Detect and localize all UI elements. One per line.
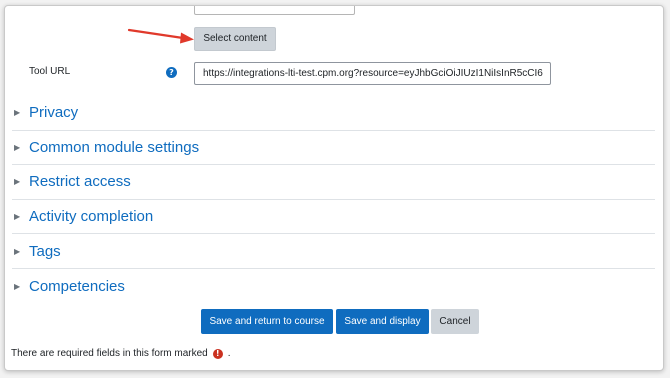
required-note-period: .: [227, 348, 231, 359]
help-icon[interactable]: ?: [166, 67, 177, 78]
form-frame: Select content Tool URL ? https://integr…: [4, 5, 664, 371]
save-and-return-button[interactable]: Save and return to course: [201, 309, 333, 334]
section-tags[interactable]: ▶ Tags: [12, 234, 655, 269]
section-title: Privacy: [29, 104, 79, 122]
required-icon: !: [212, 348, 223, 359]
section-restrict-access[interactable]: ▶ Restrict access: [12, 165, 655, 200]
required-note-text: There are required fields in this form m…: [11, 348, 208, 359]
chevron-right-icon: ▶: [14, 142, 21, 152]
section-title: Tags: [29, 242, 61, 260]
chevron-right-icon: ▶: [14, 246, 21, 256]
section-title: Restrict access: [29, 173, 131, 191]
collapsible-sections: ▶ Privacy ▶ Common module settings ▶ Res…: [12, 96, 655, 304]
tool-url-input[interactable]: https://integrations-lti-test.cpm.org?re…: [194, 62, 551, 85]
annotation-arrow-icon: [127, 28, 194, 44]
section-privacy[interactable]: ▶ Privacy: [12, 96, 655, 131]
tool-url-label: Tool URL: [29, 66, 71, 77]
previous-field-input[interactable]: [194, 6, 355, 15]
chevron-right-icon: ▶: [14, 177, 21, 187]
section-activity-completion[interactable]: ▶ Activity completion: [12, 200, 655, 235]
section-title: Competencies: [29, 277, 125, 295]
cancel-button[interactable]: Cancel: [431, 309, 479, 334]
save-and-display-button[interactable]: Save and display: [336, 309, 429, 334]
section-competencies[interactable]: ▶ Competencies: [12, 269, 655, 304]
section-title: Common module settings: [29, 138, 200, 156]
chevron-right-icon: ▶: [14, 108, 21, 118]
chevron-right-icon: ▶: [14, 212, 21, 222]
required-fields-note: There are required fields in this form m…: [11, 348, 231, 359]
chevron-right-icon: ▶: [14, 281, 21, 291]
section-common-module-settings[interactable]: ▶ Common module settings: [12, 131, 655, 166]
section-title: Activity completion: [29, 208, 154, 226]
select-content-button[interactable]: Select content: [194, 27, 276, 51]
